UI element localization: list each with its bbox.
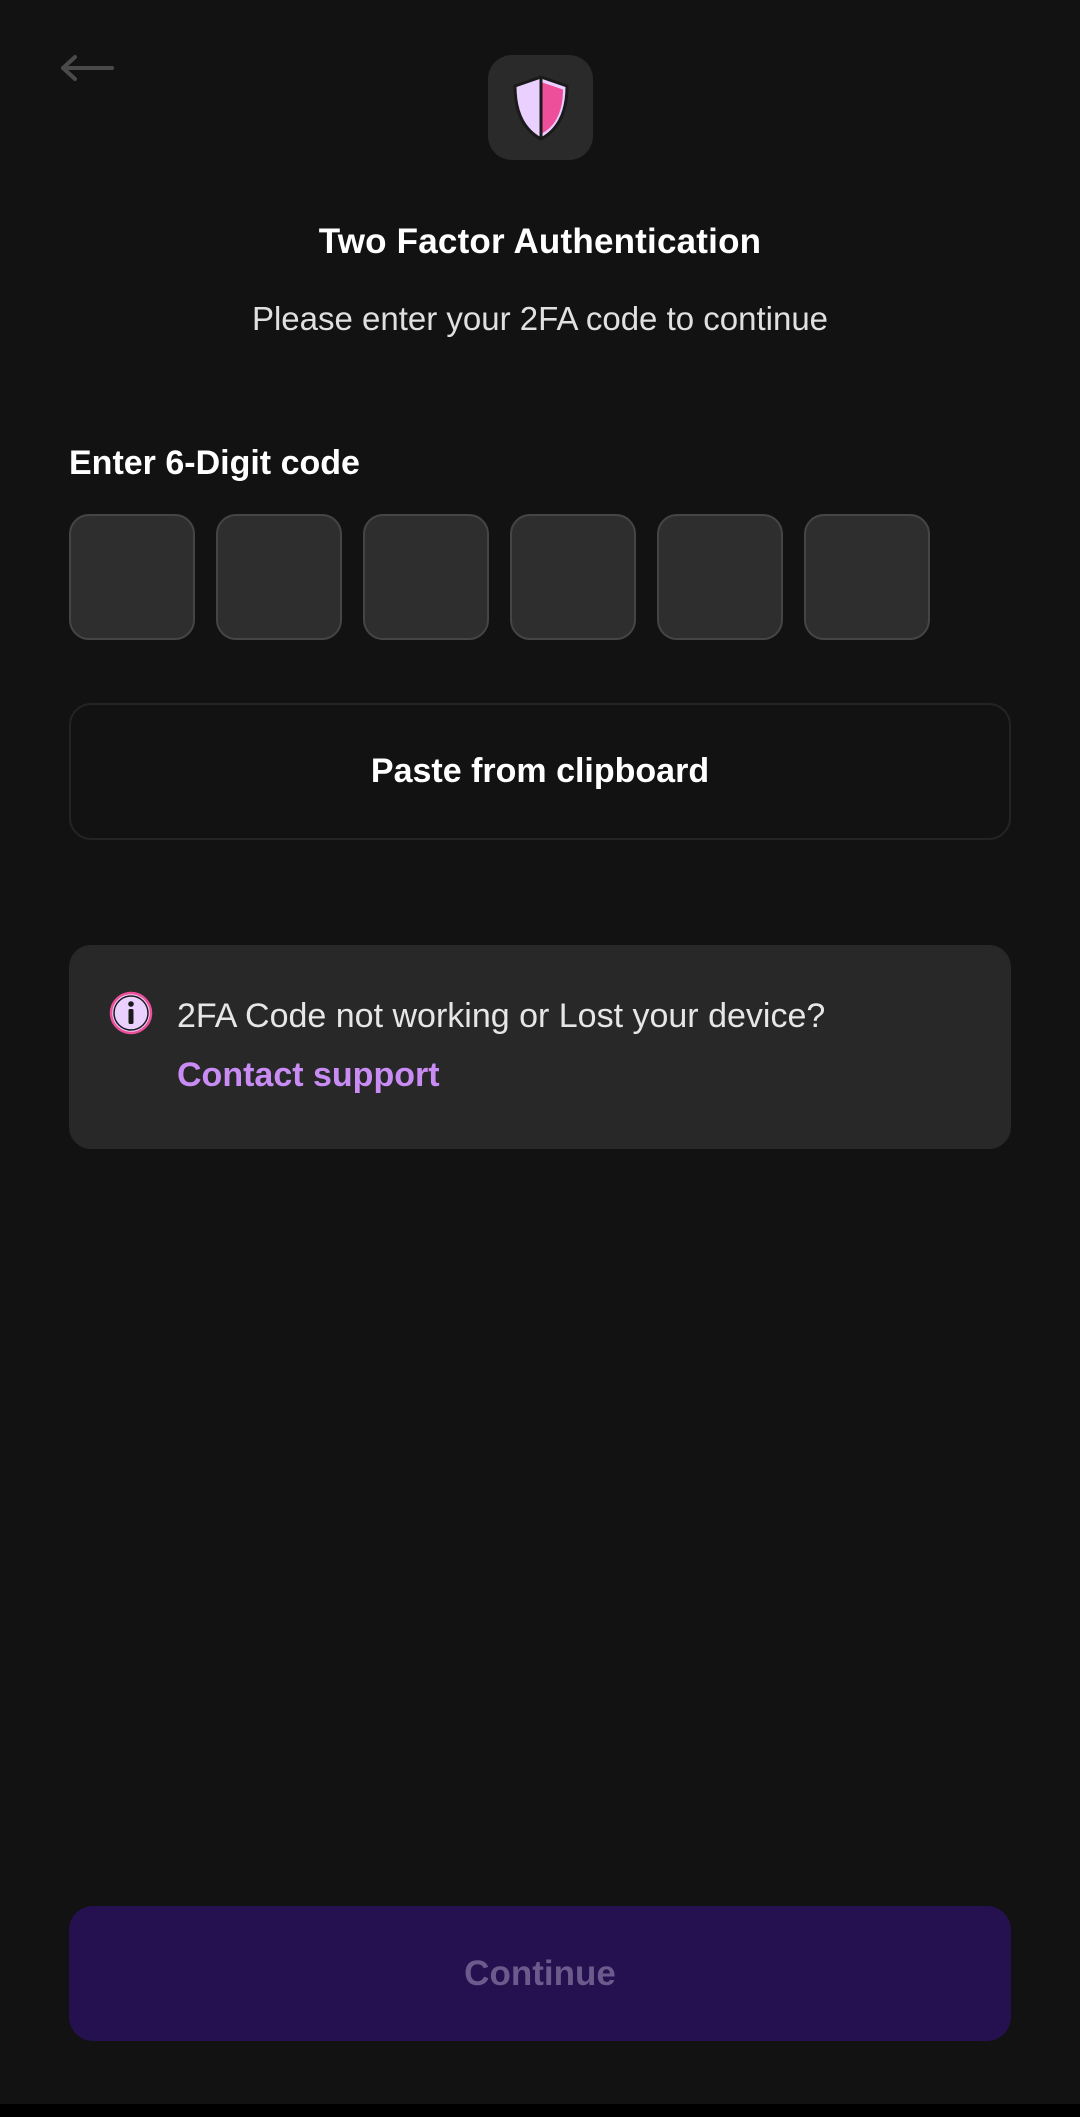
page-title: Two Factor Authentication xyxy=(318,222,762,261)
info-icon xyxy=(109,991,153,1035)
shield-icon xyxy=(513,75,568,140)
two-factor-screen: Two Factor Authentication Please enter y… xyxy=(0,0,1080,2117)
code-digit-input-4[interactable] xyxy=(510,514,636,640)
arrow-left-icon xyxy=(61,55,114,81)
continue-button[interactable]: Continue xyxy=(69,1906,1011,2041)
code-digit-input-6[interactable] xyxy=(804,514,930,640)
system-nav-bar xyxy=(0,2104,1080,2117)
code-digit-input-3[interactable] xyxy=(363,514,489,640)
code-input-row xyxy=(69,514,930,640)
help-message: 2FA Code not working or Lost your device… xyxy=(177,997,826,1035)
code-digit-input-1[interactable] xyxy=(69,514,195,640)
code-digit-input-5[interactable] xyxy=(657,514,783,640)
help-card: 2FA Code not working or Lost your device… xyxy=(69,945,1011,1149)
page-subtitle: Please enter your 2FA code to continue xyxy=(251,300,829,337)
paste-from-clipboard-button[interactable]: Paste from clipboard xyxy=(69,703,1011,840)
contact-support-link[interactable]: Contact support xyxy=(177,1056,440,1095)
shield-logo xyxy=(488,55,593,160)
code-digit-input-2[interactable] xyxy=(216,514,342,640)
back-button[interactable] xyxy=(60,40,132,96)
code-label: Enter 6-Digit code xyxy=(69,444,360,482)
